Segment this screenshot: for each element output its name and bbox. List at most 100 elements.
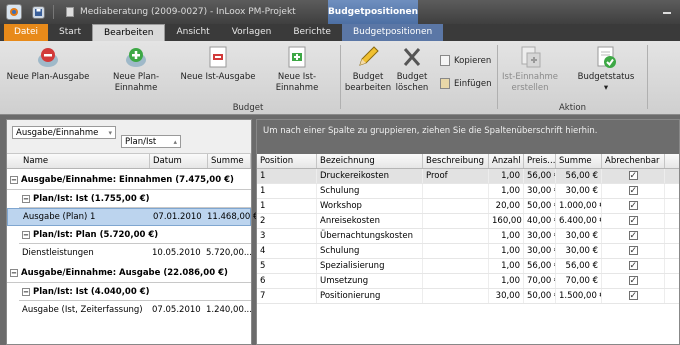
tab-start[interactable]: Start	[48, 24, 92, 41]
abrechenbar-checkbox[interactable]	[628, 169, 638, 183]
window-controls	[662, 5, 672, 15]
column-header-position[interactable]: Position	[257, 154, 317, 168]
ribbon-end-separator	[647, 45, 648, 109]
positions-row[interactable]: 6Umsetzung1,0070,00 €70,00 €	[257, 274, 679, 289]
neue-ist-ausgabe-label: Neue Ist-Ausgabe	[180, 72, 256, 82]
column-header-name[interactable]: Name	[7, 154, 150, 168]
save-icon[interactable]	[32, 5, 45, 19]
positions-row[interactable]: 7Positionierung 30,0050,00 €1.500,00 €	[257, 289, 679, 304]
cell-beschreibung	[423, 229, 489, 243]
abrechenbar-checkbox[interactable]	[628, 199, 638, 213]
budgetstatus-button[interactable]: Budgetstatus ▾	[574, 45, 638, 94]
abrechenbar-checkbox[interactable]	[628, 244, 638, 258]
abrechenbar-checkbox[interactable]	[628, 229, 638, 243]
paste-icon	[440, 78, 450, 89]
column-header-anzahl[interactable]: Anzahl	[489, 154, 524, 168]
tree-group-row[interactable]: − Plan/Ist: Ist (1.755,00 €)	[7, 190, 251, 208]
abrechenbar-checkbox[interactable]	[628, 274, 638, 288]
tab-budgetpositionen[interactable]: Budgetpositionen	[341, 24, 444, 41]
tab-berichte[interactable]: Berichte	[282, 24, 342, 41]
cell-position: 3	[257, 229, 317, 243]
tree-group-row[interactable]: − Ausgabe/Einnahme: Einnahmen (7.475,00 €…	[7, 169, 251, 190]
collapse-icon[interactable]: −	[10, 268, 18, 277]
budget-group-label: Budget	[232, 103, 264, 113]
plan-minus-icon	[36, 45, 60, 69]
cell-preis: 56,00 €	[524, 169, 556, 183]
cell-summe: 56,00 €	[556, 259, 602, 273]
collapse-icon[interactable]: −	[10, 175, 18, 184]
cell-abrechenbar	[602, 259, 665, 273]
positions-row[interactable]: 1Workshop 20,0050,00 €1.000,00 €	[257, 199, 679, 214]
positions-row[interactable]: 4Schulung1,0030,00 €30,00 €	[257, 244, 679, 259]
tree-cell-summe: 5.720,00...	[206, 248, 252, 258]
positions-grid-header: Position Bezeichnung Beschreibung Anzahl…	[257, 154, 679, 169]
column-header-preis[interactable]: Preis...	[524, 154, 556, 168]
column-header-summe[interactable]: Summe	[556, 154, 602, 168]
tree-group-row[interactable]: − Ausgabe/Einnahme: Ausgabe (22.086,00 €)	[7, 262, 251, 283]
cell-abrechenbar	[602, 169, 665, 183]
tree-item-row[interactable]: Dienstleistungen 10.05.2010 5.720,00...	[7, 244, 252, 262]
positions-row[interactable]: 1Schulung1,0030,00 €30,00 €	[257, 184, 679, 199]
budgetstatus-dropdown-icon: ▾	[603, 83, 609, 93]
budget-loeschen-button[interactable]: Budget löschen	[392, 45, 432, 94]
cell-preis: 30,00 €	[524, 184, 556, 198]
kopieren-button[interactable]: Kopieren	[440, 55, 491, 66]
cell-abrechenbar	[602, 289, 665, 303]
tree-group-row[interactable]: − Plan/Ist: Plan (5.720,00 €)	[7, 226, 251, 244]
create-income-icon	[518, 45, 542, 69]
abrechenbar-checkbox[interactable]	[628, 259, 638, 273]
sort-arrow-icon: ▴	[173, 137, 177, 146]
tree-column-header: Name Datum Summe	[7, 154, 251, 169]
ribbon-separator	[340, 45, 341, 109]
abrechenbar-checkbox[interactable]	[628, 289, 638, 303]
column-header-summe[interactable]: Summe	[208, 154, 251, 168]
collapse-icon[interactable]: −	[22, 195, 30, 203]
neue-plan-einnahme-button[interactable]: Neue Plan-Einnahme	[94, 45, 178, 94]
window-title: Mediaberatung (2009-0027) - InLoox PM-Pr…	[80, 7, 296, 17]
tab-vorlagen[interactable]: Vorlagen	[221, 24, 283, 41]
pencil-icon	[356, 45, 380, 69]
abrechenbar-checkbox[interactable]	[628, 184, 638, 198]
cell-bezeichnung: Workshop	[317, 199, 423, 213]
positions-row[interactable]: 1DruckereikostenProof1,0056,00 €56,00 €	[257, 169, 679, 184]
budget-bearbeiten-label-1: Budget	[352, 72, 384, 82]
cell-abrechenbar	[602, 184, 665, 198]
einfuegen-button[interactable]: Einfügen	[440, 78, 492, 89]
collapse-icon[interactable]: −	[22, 231, 30, 239]
column-header-abrechenbar[interactable]: Abrechenbar	[602, 154, 665, 168]
tree-item-row[interactable]: Ausgabe (Ist, Zeiterfassung) 07.05.2010 1.…	[7, 301, 252, 319]
collapse-icon[interactable]: −	[22, 288, 30, 296]
neue-ist-ausgabe-button[interactable]: Neue Ist-Ausgabe	[180, 45, 256, 83]
budget-bearbeiten-button[interactable]: Budget bearbeiten	[344, 45, 392, 94]
abrechenbar-checkbox[interactable]	[628, 214, 638, 228]
positions-row[interactable]: 2Anreisekosten 160,0040,00 €6.400,00 €	[257, 214, 679, 229]
budget-positions-panel: Um nach einer Spalte zu gruppieren, zieh…	[256, 119, 680, 345]
tab-bearbeiten[interactable]: Bearbeiten	[92, 24, 166, 41]
tab-ansicht[interactable]: Ansicht	[165, 24, 220, 41]
tree-item-row[interactable]: Ausgabe (Plan) 1 07.01.2010 11.468,00 €	[7, 208, 258, 226]
column-header-datum[interactable]: Datum	[150, 154, 208, 168]
tab-datei[interactable]: Datei	[4, 24, 48, 41]
positions-row[interactable]: 5Spezialisierung1,0056,00 €56,00 €	[257, 259, 679, 274]
context-tab-header: Budgetpositionen	[328, 0, 418, 24]
minimize-icon[interactable]	[662, 5, 672, 15]
neue-ist-einnahme-button[interactable]: Neue Ist-Einnahme	[258, 45, 336, 94]
ist-einnahme-erstellen-label-2: erstellen	[511, 83, 549, 93]
group-chip-plan-ist[interactable]: Plan/Ist ▴	[121, 135, 181, 148]
app-icon[interactable]	[6, 4, 22, 20]
cell-bezeichnung: Positionierung	[317, 289, 423, 303]
column-header-bezeichnung[interactable]: Bezeichnung	[317, 154, 423, 168]
budget-bearbeiten-label-2: bearbeiten	[344, 83, 392, 93]
positions-row[interactable]: 3Übernachtungskosten1,0030,00 €30,00 €	[257, 229, 679, 244]
ist-einnahme-erstellen-label-1: Ist-Einnahme	[502, 72, 558, 82]
cell-beschreibung	[423, 289, 489, 303]
ist-einnahme-erstellen-button[interactable]: Ist-Einnahme erstellen	[502, 45, 558, 94]
tree-cell-datum: 10.05.2010	[152, 248, 201, 258]
tree-group-label: Plan/Ist: Plan (5.720,00 €)	[33, 230, 159, 240]
neue-plan-ausgabe-button[interactable]: Neue Plan-Ausgabe	[6, 45, 90, 83]
ist-plus-icon	[285, 45, 309, 69]
column-header-beschreibung[interactable]: Beschreibung	[423, 154, 489, 168]
group-chip-ausgabe-einnahme[interactable]: Ausgabe/Einnahme ▾	[12, 126, 116, 139]
tree-group-row[interactable]: − Plan/Ist: Ist (4.040,00 €)	[7, 283, 251, 301]
tree-cell-datum: 07.05.2010	[152, 305, 201, 315]
